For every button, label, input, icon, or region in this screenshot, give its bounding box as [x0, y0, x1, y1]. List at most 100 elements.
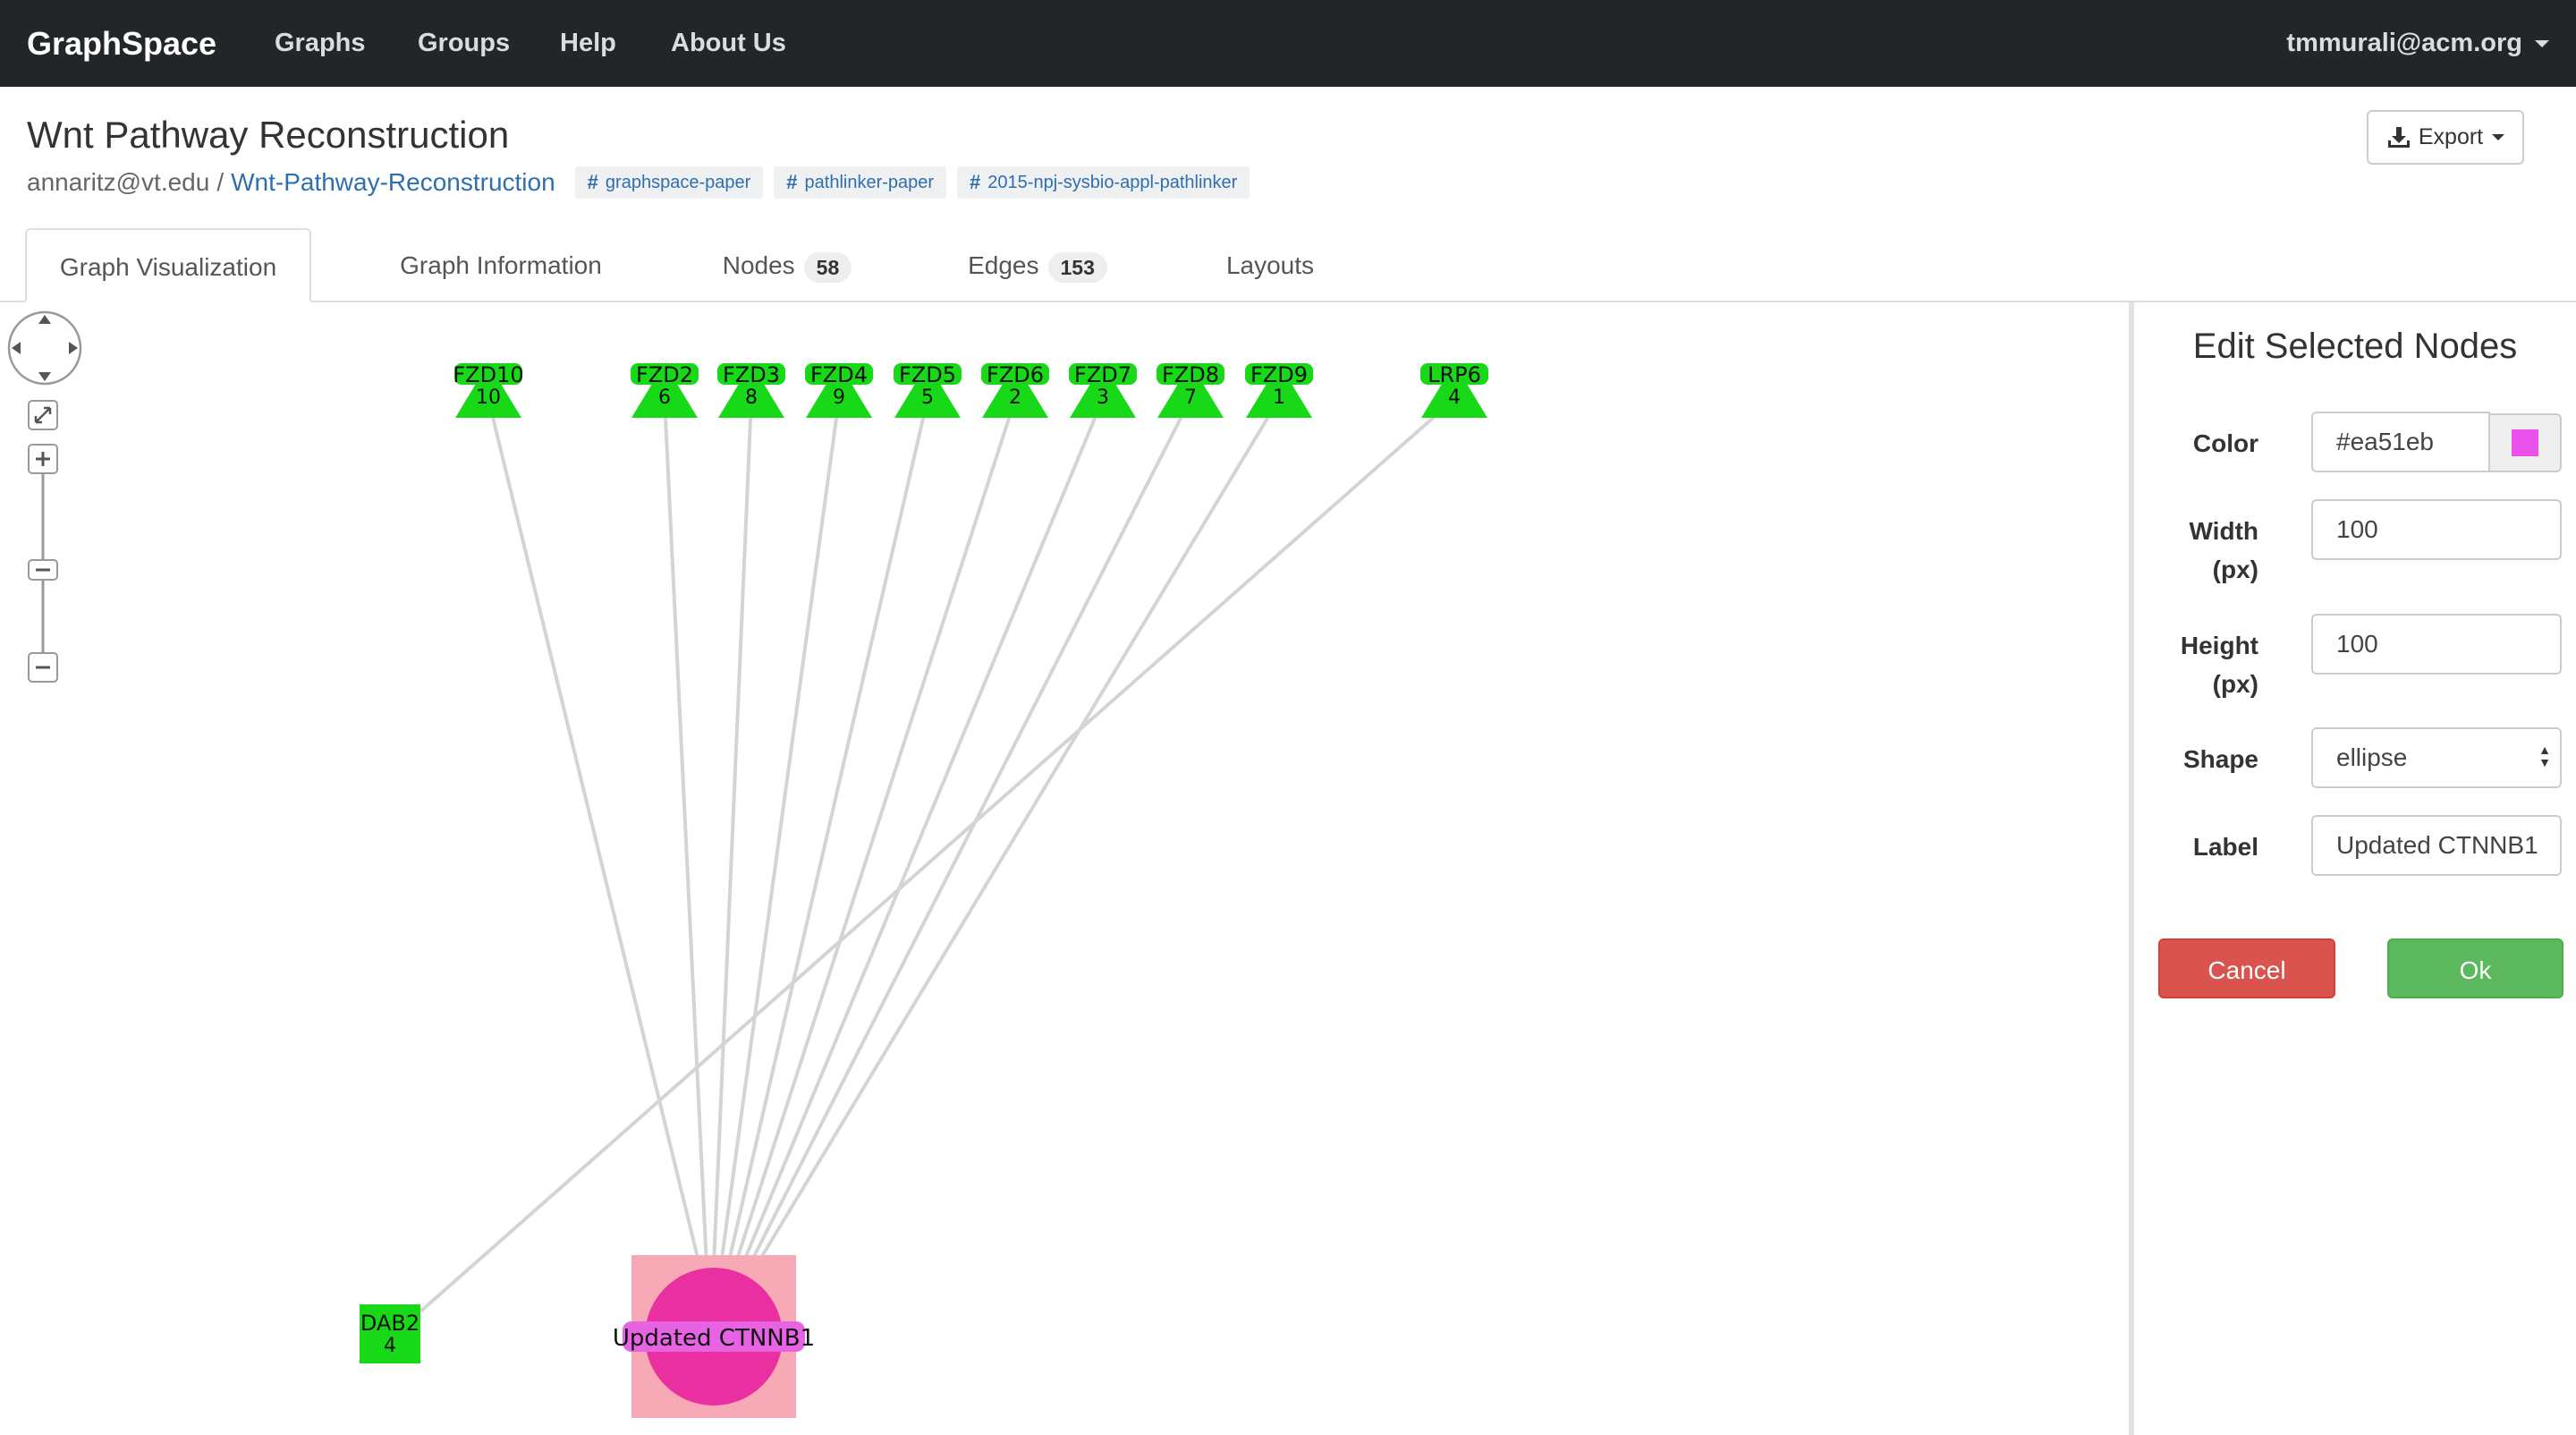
- edges-count-badge: 153: [1047, 251, 1107, 283]
- caret-down-icon: [2492, 134, 2505, 140]
- zoom-out-button[interactable]: [28, 652, 58, 683]
- node-label: FZD2: [636, 362, 693, 387]
- export-label: Export: [2418, 124, 2484, 149]
- tag-pathlinker-paper[interactable]: # pathlinker-paper: [774, 166, 947, 199]
- node-label: FZD6: [987, 362, 1044, 387]
- tab-nodes[interactable]: Nodes 58: [698, 228, 877, 302]
- node-rank: 10: [476, 386, 501, 409]
- node-fzd2[interactable]: FZD26: [631, 362, 699, 418]
- fit-view-button[interactable]: [28, 400, 58, 430]
- user-menu[interactable]: tmmurali@acm.org: [2286, 0, 2549, 87]
- tag-label: 2015-npj-sysbio-appl-pathlinker: [987, 172, 1238, 192]
- breadcrumb-separator: /: [216, 168, 225, 196]
- node-rank: 9: [833, 386, 845, 409]
- zoom-in-button[interactable]: [28, 444, 58, 474]
- tab-label: Graph Information: [400, 251, 602, 279]
- width-label-line2: (px): [2212, 556, 2258, 583]
- tab-label: Layouts: [1225, 251, 1315, 279]
- edge-fzd8-ctnnb1[interactable]: [748, 398, 1192, 1266]
- edges-layer: [419, 397, 1456, 1313]
- graph-svg[interactable]: FZD1010FZD26FZD38FZD49FZD55FZD62FZD73FZD…: [0, 302, 2129, 1435]
- ok-button[interactable]: Ok: [2387, 938, 2563, 998]
- color-picker-button[interactable]: [2488, 413, 2562, 472]
- graph-name-link[interactable]: Wnt-Pathway-Reconstruction: [231, 168, 555, 197]
- hash-icon: #: [786, 171, 798, 193]
- node-lrp6[interactable]: LRP64: [1420, 362, 1488, 418]
- tab-label: Nodes: [722, 251, 795, 279]
- height-label-line1: Height: [2180, 632, 2258, 659]
- edge-fzd9-ctnnb1[interactable]: [755, 397, 1281, 1267]
- node-fzd7[interactable]: FZD73: [1069, 362, 1137, 418]
- cancel-button[interactable]: Cancel: [2158, 938, 2335, 998]
- node-fzd6[interactable]: FZD62: [981, 362, 1049, 418]
- node-ctnnb1[interactable]: Updated CTNNB1: [613, 1255, 815, 1418]
- edge-lrp6-dab2[interactable]: [419, 397, 1456, 1313]
- edge-fzd5-ctnnb1[interactable]: [726, 398, 929, 1266]
- node-label: FZD7: [1074, 362, 1131, 387]
- label-label: Label: [2192, 833, 2258, 861]
- edge-fzd2-ctnnb1[interactable]: [663, 398, 708, 1266]
- navbar: GraphSpace Graphs Groups Help About Us t…: [0, 0, 2576, 87]
- export-button[interactable]: Export: [2367, 110, 2524, 165]
- shape-label: Shape: [2182, 745, 2258, 773]
- tag-graphspace-paper[interactable]: # graphspace-paper: [574, 166, 764, 199]
- page-title: Wnt Pathway Reconstruction: [27, 114, 510, 156]
- width-label-line1: Width: [2189, 517, 2259, 545]
- panel-divider[interactable]: [2129, 302, 2134, 1435]
- tab-graph-visualization[interactable]: Graph Visualization: [25, 228, 311, 302]
- height-input[interactable]: 100: [2311, 614, 2562, 675]
- pan-control[interactable]: [7, 310, 82, 386]
- tab-layouts[interactable]: Layouts: [1199, 228, 1342, 302]
- brand-logo[interactable]: GraphSpace: [27, 0, 216, 87]
- node-fzd4[interactable]: FZD49: [805, 362, 873, 418]
- tag-label: pathlinker-paper: [804, 172, 935, 192]
- node-fzd3[interactable]: FZD38: [717, 362, 785, 418]
- node-label: DAB2: [360, 1311, 419, 1336]
- nodes-count-badge: 58: [803, 251, 852, 283]
- tag-label: graphspace-paper: [605, 172, 751, 192]
- breadcrumb: annaritz@vt.edu / Wnt-Pathway-Reconstruc…: [27, 166, 1250, 199]
- node-fzd9[interactable]: FZD91: [1245, 362, 1313, 418]
- node-fzd8[interactable]: FZD87: [1157, 362, 1224, 418]
- node-label: FZD4: [810, 362, 868, 387]
- edge-fzd10-ctnnb1[interactable]: [487, 398, 701, 1266]
- panel-title: Edit Selected Nodes: [2192, 327, 2518, 366]
- height-label: Height (px): [2181, 626, 2258, 703]
- owner-email: annaritz@vt.edu: [27, 168, 210, 196]
- nav-link-groups[interactable]: Groups: [418, 0, 510, 87]
- node-rank: 6: [658, 386, 671, 409]
- node-dab2[interactable]: DAB24: [360, 1304, 420, 1363]
- tab-graph-information[interactable]: Graph Information: [358, 228, 644, 302]
- edge-fzd4-ctnnb1[interactable]: [719, 398, 841, 1266]
- nav-link-help[interactable]: Help: [560, 0, 616, 87]
- label-input[interactable]: Updated CTNNB1: [2311, 815, 2562, 876]
- nav-link-graphs[interactable]: Graphs: [275, 0, 366, 87]
- shape-select[interactable]: ellipse ▲ ▼: [2311, 727, 2562, 788]
- node-rank: 2: [1009, 386, 1021, 409]
- tab-edges[interactable]: Edges 153: [948, 228, 1127, 302]
- node-fzd5[interactable]: FZD55: [894, 362, 962, 418]
- edge-fzd6-ctnnb1[interactable]: [733, 398, 1017, 1266]
- width-label: Width (px): [2190, 512, 2259, 589]
- width-input[interactable]: 100: [2311, 499, 2562, 560]
- node-label: FZD8: [1162, 362, 1219, 387]
- node-rank: 1: [1273, 386, 1285, 409]
- tab-label: Graph Visualization: [59, 253, 277, 281]
- tab-label: Edges: [968, 251, 1039, 279]
- zoom-slider-handle[interactable]: [28, 559, 58, 581]
- edge-fzd3-ctnnb1[interactable]: [712, 398, 753, 1266]
- node-label: FZD3: [723, 362, 780, 387]
- caret-down-icon: [2535, 40, 2549, 48]
- node-label: Updated CTNNB1: [613, 1325, 815, 1352]
- node-label: FZD5: [899, 362, 956, 387]
- graph-canvas[interactable]: FZD10 10 FZD2 6 FZD3 8 FZD4 9 FZD5 5 FZD6 2 FZD7 3 FZD…: [0, 302, 2129, 1435]
- shape-select-value: ellipse: [2336, 743, 2408, 771]
- node-label: FZD9: [1250, 362, 1308, 387]
- tag-2015-npj-sysbio[interactable]: #2015-npj-sysbio-appl-pathlinker: [957, 166, 1250, 199]
- nav-link-about-us[interactable]: About Us: [671, 0, 786, 87]
- color-input[interactable]: #ea51eb: [2311, 412, 2490, 472]
- node-label: LRP6: [1428, 362, 1481, 387]
- edge-fzd7-ctnnb1[interactable]: [741, 398, 1105, 1266]
- node-fzd10[interactable]: FZD1010: [453, 362, 524, 418]
- user-email: tmmurali@acm.org: [2286, 29, 2522, 57]
